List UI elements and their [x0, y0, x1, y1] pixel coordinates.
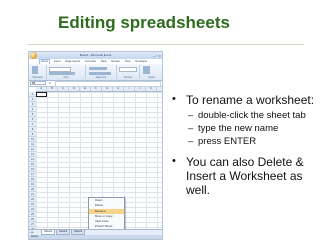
sub-bullet-text: type the new name	[198, 123, 279, 134]
bullet-dot-icon: •	[172, 155, 176, 167]
indent-icons[interactable]	[89, 72, 111, 75]
fx-icon[interactable]: fx	[49, 81, 51, 86]
excel-window-title: Book1 - Microsoft Excel	[79, 53, 112, 57]
title-divider	[28, 44, 304, 45]
bullet-text-line: You can also Delete &	[186, 155, 304, 169]
worksheet-grid: ABCDEFGHIJK 1 2 3 4 5 6 7 8 9 10 11 12 13 14 15 16 17 18 1…	[29, 87, 162, 239]
number-format-select[interactable]	[119, 67, 137, 72]
column-header[interactable]: F	[91, 87, 102, 91]
sub-bullet-dash-icon: –	[188, 123, 194, 134]
bullet-text-line: well.	[186, 183, 211, 197]
ribbon-group-label: Styles	[148, 76, 155, 79]
column-header[interactable]: E	[80, 87, 91, 91]
status-text: Ready	[31, 235, 38, 238]
column-header[interactable]: D	[69, 87, 80, 91]
column-header[interactable]: A	[36, 87, 47, 91]
column-header[interactable]: H	[113, 87, 124, 91]
column-header[interactable]: C	[58, 87, 69, 91]
column-header[interactable]: G	[102, 87, 113, 91]
sub-bullet-dash-icon: –	[188, 110, 194, 121]
ribbon-group-number: Number	[117, 65, 140, 79]
bullet-text-line: Insert a Worksheet as	[186, 169, 303, 183]
name-box[interactable]: B5	[30, 81, 46, 85]
excel-title-bar: Book1 - Microsoft Excel – ▫ ×	[29, 52, 162, 59]
sub-bullet-text: press ENTER	[198, 136, 257, 147]
align-icons[interactable]	[89, 67, 107, 70]
column-header[interactable]: B	[47, 87, 58, 91]
active-cell[interactable]	[36, 92, 47, 97]
bullet-text: To rename a worksheet:	[186, 93, 315, 107]
ribbon-group-styles: Styles	[140, 65, 162, 79]
sub-bullet-text: double-click the sheet tab	[198, 110, 306, 121]
slide-title: Editing spreadsheets	[58, 13, 230, 32]
status-bar: Ready	[29, 235, 162, 239]
column-header[interactable]: I	[124, 87, 135, 91]
ribbon-group-clipboard: Clipboard	[29, 65, 47, 79]
ribbon-group-label: Font	[63, 76, 69, 79]
ribbon-group-alignment: Alignment	[86, 65, 117, 79]
bullet-dot-icon: •	[172, 93, 176, 105]
ribbon-group-label: Number	[123, 76, 133, 79]
font-format-icons[interactable]	[49, 72, 75, 75]
ribbon-group-font: Font	[47, 65, 86, 79]
window-controls-icon[interactable]: – ▫ ×	[153, 53, 161, 58]
ribbon-group-label: Alignment	[95, 76, 107, 79]
column-header[interactable]: J	[135, 87, 146, 91]
sub-bullet-dash-icon: –	[188, 136, 194, 147]
excel-screenshot: Book1 - Microsoft Excel – ▫ × Home Inser…	[28, 51, 163, 240]
ribbon: Clipboard Font Alignment Number Styles	[29, 64, 162, 81]
column-header[interactable]: K	[146, 87, 157, 91]
ribbon-group-label: Clipboard	[32, 76, 43, 79]
styles-icon[interactable]	[143, 66, 150, 74]
paste-icon[interactable]	[32, 66, 38, 74]
